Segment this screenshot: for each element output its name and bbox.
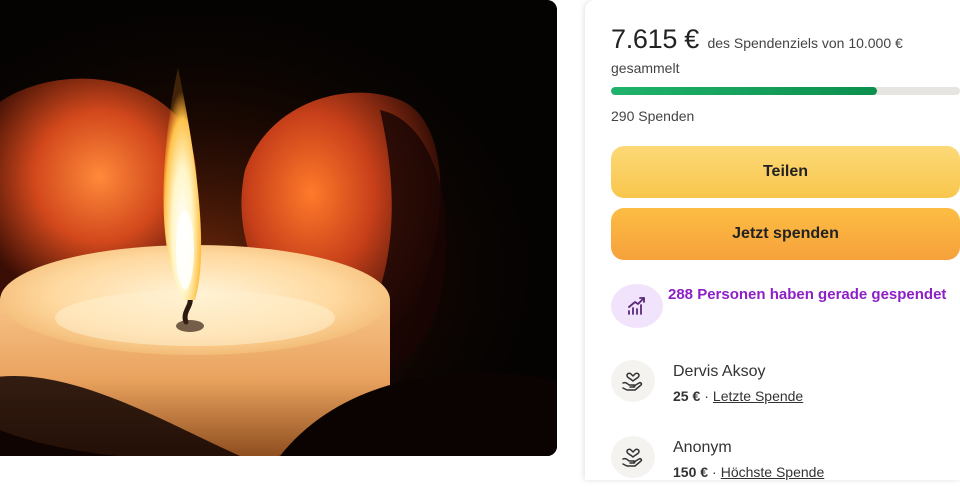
separator-dot: · — [712, 464, 717, 480]
amount-raised: 7.615 € des Spendenziels von 10.000 € — [611, 24, 960, 55]
top-donation-link[interactable]: Höchste Spende — [721, 464, 825, 480]
donate-now-button[interactable]: Jetzt spenden — [611, 208, 960, 260]
donation-panel: 7.615 € des Spendenziels von 10.000 € ge… — [585, 0, 960, 480]
donor-item: Dervis Aksoy 25 € · Letzte Spende — [611, 358, 960, 418]
donor-amount: 150 € — [673, 464, 709, 480]
raised-suffix: gesammelt — [611, 60, 680, 76]
campaign-image — [0, 0, 557, 456]
separator-dot: · — [704, 388, 709, 404]
donor-amount: 25 € — [673, 388, 701, 404]
raised-amount: 7.615 € — [611, 24, 699, 54]
share-button[interactable]: Teilen — [611, 146, 960, 198]
recent-donations-notice: 288 Personen haben gerade gespendet — [611, 280, 960, 336]
donation-count: 290 Spenden — [611, 108, 695, 124]
donor-item: Anonym 150 € · Höchste Spende — [611, 434, 960, 494]
donor-name: Dervis Aksoy — [673, 363, 766, 380]
progress-bar — [611, 87, 960, 95]
donor-meta: 150 € · Höchste Spende — [673, 464, 824, 480]
recent-donations-text: 288 Personen haben gerade gespendet — [668, 286, 947, 303]
trending-up-icon — [611, 284, 663, 328]
latest-donation-link[interactable]: Letzte Spende — [713, 388, 803, 404]
donor-meta: 25 € · Letzte Spende — [673, 388, 803, 404]
goal-text: des Spendenziels von 10.000 € — [707, 35, 903, 51]
progress-fill — [611, 87, 877, 95]
donor-name: Anonym — [673, 439, 732, 456]
heart-hands-icon — [611, 436, 655, 478]
heart-hands-icon — [611, 360, 655, 402]
